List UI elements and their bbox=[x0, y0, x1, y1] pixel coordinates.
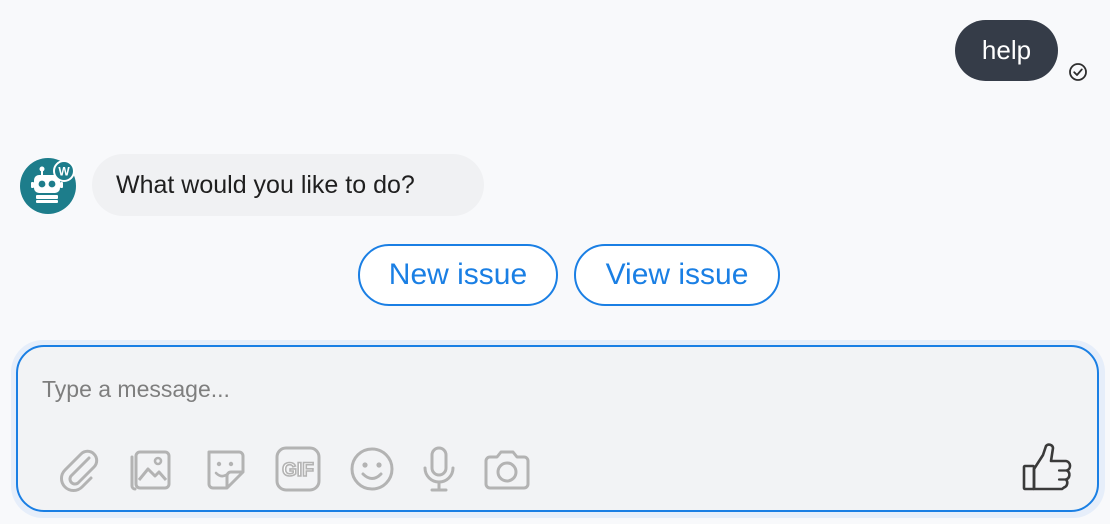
delivered-check-icon bbox=[1069, 63, 1087, 81]
image-icon bbox=[130, 450, 171, 491]
user-message-text: help bbox=[981, 35, 1032, 65]
bot-avatar: W bbox=[20, 158, 76, 214]
camera-button[interactable] bbox=[481, 443, 533, 495]
view-issue-button[interactable]: View issue bbox=[574, 244, 780, 306]
emoji-icon bbox=[350, 447, 394, 491]
gif-button[interactable]: GIF bbox=[272, 443, 324, 495]
thumbs-up-icon[interactable] bbox=[1018, 441, 1078, 497]
camera-icon bbox=[484, 450, 530, 490]
sticker-button[interactable] bbox=[198, 443, 250, 495]
microphone-button[interactable] bbox=[413, 443, 465, 495]
emoji-button[interactable] bbox=[346, 443, 398, 495]
sticker-icon bbox=[207, 450, 245, 490]
new-issue-button[interactable]: New issue bbox=[358, 244, 558, 306]
attach-button[interactable] bbox=[52, 443, 104, 495]
gif-icon: GIF bbox=[275, 446, 321, 492]
bot-message-text: What would you like to do? bbox=[116, 170, 415, 199]
message-composer: GIF bbox=[16, 345, 1099, 512]
microphone-icon bbox=[423, 446, 455, 492]
image-button[interactable] bbox=[124, 443, 176, 495]
bot-message-bubble: What would you like to do? bbox=[92, 154, 484, 216]
avatar-badge-letter: W bbox=[58, 165, 70, 179]
attachment-icon bbox=[60, 449, 99, 492]
gif-label: GIF bbox=[282, 460, 314, 481]
message-input[interactable] bbox=[42, 371, 1042, 407]
user-message-bubble: help bbox=[955, 20, 1058, 81]
